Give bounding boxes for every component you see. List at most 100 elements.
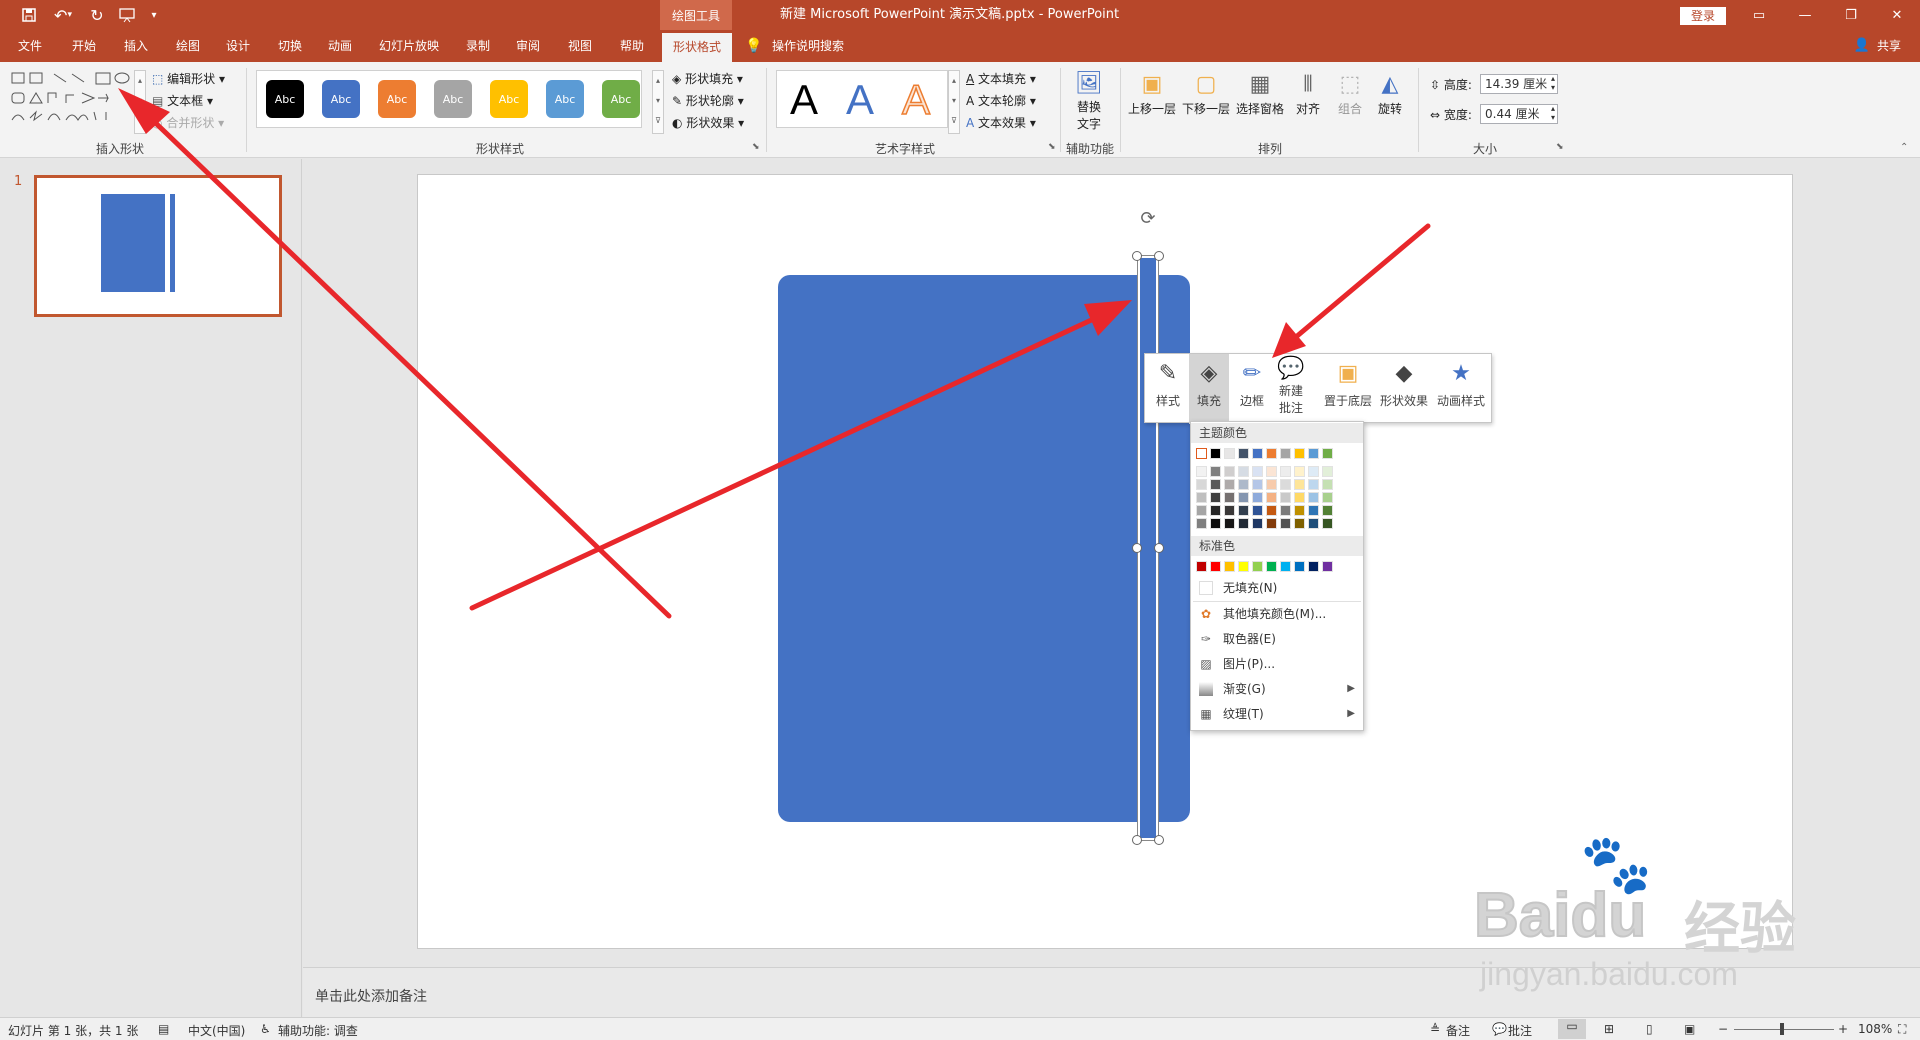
accessibility-icon[interactable]: ♿	[260, 1022, 271, 1036]
standard-color-swatch[interactable]	[1238, 561, 1249, 572]
wordart-scroll[interactable]: ▴ ▾ ⊽	[948, 70, 960, 134]
collapse-ribbon-icon[interactable]: ⌃	[1900, 142, 1908, 153]
notes-toggle[interactable]: 备注	[1446, 1022, 1470, 1039]
align-button[interactable]: ⫴ 对齐	[1290, 70, 1326, 136]
tab-review[interactable]: 审阅	[506, 30, 550, 62]
theme-shade-swatch[interactable]	[1252, 479, 1263, 490]
tab-record[interactable]: 录制	[456, 30, 500, 62]
theme-shade-swatch[interactable]	[1266, 479, 1277, 490]
tab-draw[interactable]: 绘图	[166, 30, 210, 62]
shape-style-swatch-1[interactable]: Abc	[266, 80, 304, 118]
theme-shade-swatch[interactable]	[1280, 492, 1291, 503]
theme-shade-swatch[interactable]	[1266, 505, 1277, 516]
theme-shade-swatch[interactable]	[1308, 492, 1319, 503]
language-indicator[interactable]: 中文(中国)	[188, 1022, 245, 1039]
border-button[interactable]: ✏ 边框	[1233, 354, 1271, 424]
comments-toggle[interactable]: 批注	[1508, 1022, 1532, 1039]
theme-shade-swatch[interactable]	[1210, 466, 1221, 477]
shape-style-swatch-7[interactable]: Abc	[602, 80, 640, 118]
standard-color-swatch[interactable]	[1280, 561, 1291, 572]
theme-shade-swatch[interactable]	[1294, 492, 1305, 503]
theme-shade-swatch[interactable]	[1252, 466, 1263, 477]
tab-view[interactable]: 视图	[558, 30, 602, 62]
maximize-icon[interactable]: ❐	[1828, 0, 1874, 30]
theme-shade-swatch[interactable]	[1210, 492, 1221, 503]
text-outline-button[interactable]: A 文本轮廓 ▾	[966, 92, 1036, 109]
send-to-back-button[interactable]: ▣ 置于底层	[1321, 354, 1375, 424]
wordart-style-orange-outline[interactable]: A	[901, 77, 931, 123]
theme-shade-swatch[interactable]	[1224, 479, 1235, 490]
wordart-style-black[interactable]: A	[790, 78, 818, 122]
theme-color-swatch[interactable]	[1252, 448, 1263, 459]
theme-shade-swatch[interactable]	[1308, 518, 1319, 529]
theme-shade-swatch[interactable]	[1224, 505, 1235, 516]
theme-shade-swatch[interactable]	[1224, 492, 1235, 503]
theme-shade-swatch[interactable]	[1308, 479, 1319, 490]
theme-color-swatch[interactable]	[1210, 448, 1221, 459]
theme-shade-swatch[interactable]	[1294, 479, 1305, 490]
theme-shade-swatch[interactable]	[1308, 466, 1319, 477]
theme-shade-swatch[interactable]	[1238, 518, 1249, 529]
gradient-item[interactable]: 渐变(G) ▶	[1191, 678, 1363, 700]
alt-text-button[interactable]: 🖼 替换 文字	[1068, 70, 1110, 136]
spinner-icon[interactable]: ▴ ▾	[1551, 104, 1555, 122]
shape-style-swatch-4[interactable]: Abc	[434, 80, 472, 118]
rotate-handle-icon[interactable]: ⟳	[1137, 208, 1159, 230]
comments-icon[interactable]: 💬	[1492, 1022, 1507, 1036]
slideshow-from-start-icon[interactable]	[116, 0, 138, 30]
standard-color-swatch[interactable]	[1294, 561, 1305, 572]
standard-color-swatch[interactable]	[1196, 561, 1207, 572]
theme-shade-swatch[interactable]	[1252, 492, 1263, 503]
accessibility-status[interactable]: 辅助功能: 调查	[278, 1022, 358, 1039]
redo-icon[interactable]: ↻	[86, 0, 108, 30]
tab-file[interactable]: 文件	[10, 30, 50, 62]
theme-shade-swatch[interactable]	[1280, 479, 1291, 490]
theme-shade-swatch[interactable]	[1322, 466, 1333, 477]
notes-toggle-icon[interactable]: ≜	[1430, 1022, 1440, 1036]
save-icon[interactable]	[18, 0, 40, 30]
resize-handle[interactable]	[1154, 835, 1164, 845]
standard-color-swatch[interactable]	[1266, 561, 1277, 572]
theme-shade-swatch[interactable]	[1196, 492, 1207, 503]
theme-shade-swatch[interactable]	[1252, 505, 1263, 516]
send-backward-button[interactable]: ▢ 下移一层	[1180, 70, 1232, 136]
tab-transitions[interactable]: 切换	[268, 30, 312, 62]
spellcheck-icon[interactable]: ▤	[158, 1022, 169, 1036]
resize-handle[interactable]	[1132, 835, 1142, 845]
shape-outline-button[interactable]: ✎ 形状轮廓 ▾	[672, 92, 744, 109]
theme-shade-swatch[interactable]	[1238, 492, 1249, 503]
theme-color-swatch[interactable]	[1308, 448, 1319, 459]
theme-shade-swatch[interactable]	[1224, 518, 1235, 529]
no-fill-item[interactable]: 无填充(N)	[1191, 577, 1363, 599]
slideshow-view-icon[interactable]: ▣	[1684, 1022, 1695, 1036]
theme-shade-swatch[interactable]	[1294, 505, 1305, 516]
spinner-icon[interactable]: ▴ ▾	[1551, 74, 1555, 92]
tab-design[interactable]: 设计	[216, 30, 260, 62]
tab-slideshow[interactable]: 幻灯片放映	[372, 30, 446, 62]
zoom-in-icon[interactable]: +	[1838, 1022, 1848, 1036]
picture-item[interactable]: ▨ 图片(P)...	[1191, 653, 1363, 675]
tab-animations[interactable]: 动画	[318, 30, 362, 62]
standard-color-swatch[interactable]	[1210, 561, 1221, 572]
rotate-button[interactable]: ◭ 旋转	[1374, 70, 1406, 136]
theme-color-swatch[interactable]	[1322, 448, 1333, 459]
minimize-icon[interactable]: —	[1782, 0, 1828, 30]
dialog-launcher-icon[interactable]: ⬊	[752, 142, 760, 152]
reading-view-icon[interactable]: ▯	[1646, 1022, 1653, 1036]
theme-shade-swatch[interactable]	[1322, 479, 1333, 490]
theme-shade-swatch[interactable]	[1266, 492, 1277, 503]
edit-shape-button[interactable]: ⬚ 编辑形状 ▾	[152, 70, 225, 87]
theme-color-swatch[interactable]	[1280, 448, 1291, 459]
shape-effects-button[interactable]: ◐ 形状效果 ▾	[672, 114, 744, 131]
theme-shade-swatch[interactable]	[1280, 505, 1291, 516]
more-fill-colors-item[interactable]: ✿ 其他填充颜色(M)...	[1191, 603, 1363, 625]
wordart-style-blue[interactable]: A	[846, 78, 874, 122]
fill-button[interactable]: ◈ 填充	[1189, 354, 1229, 424]
standard-color-swatch[interactable]	[1252, 561, 1263, 572]
theme-shade-swatch[interactable]	[1280, 466, 1291, 477]
zoom-slider[interactable]	[1734, 1029, 1834, 1030]
close-icon[interactable]: ✕	[1874, 0, 1920, 30]
text-effects-button[interactable]: A 文本效果 ▾	[966, 114, 1036, 131]
text-box-button[interactable]: ▤ 文本框 ▾	[152, 92, 213, 109]
shape-fill-button[interactable]: ◈ 形状填充 ▾	[672, 70, 743, 87]
